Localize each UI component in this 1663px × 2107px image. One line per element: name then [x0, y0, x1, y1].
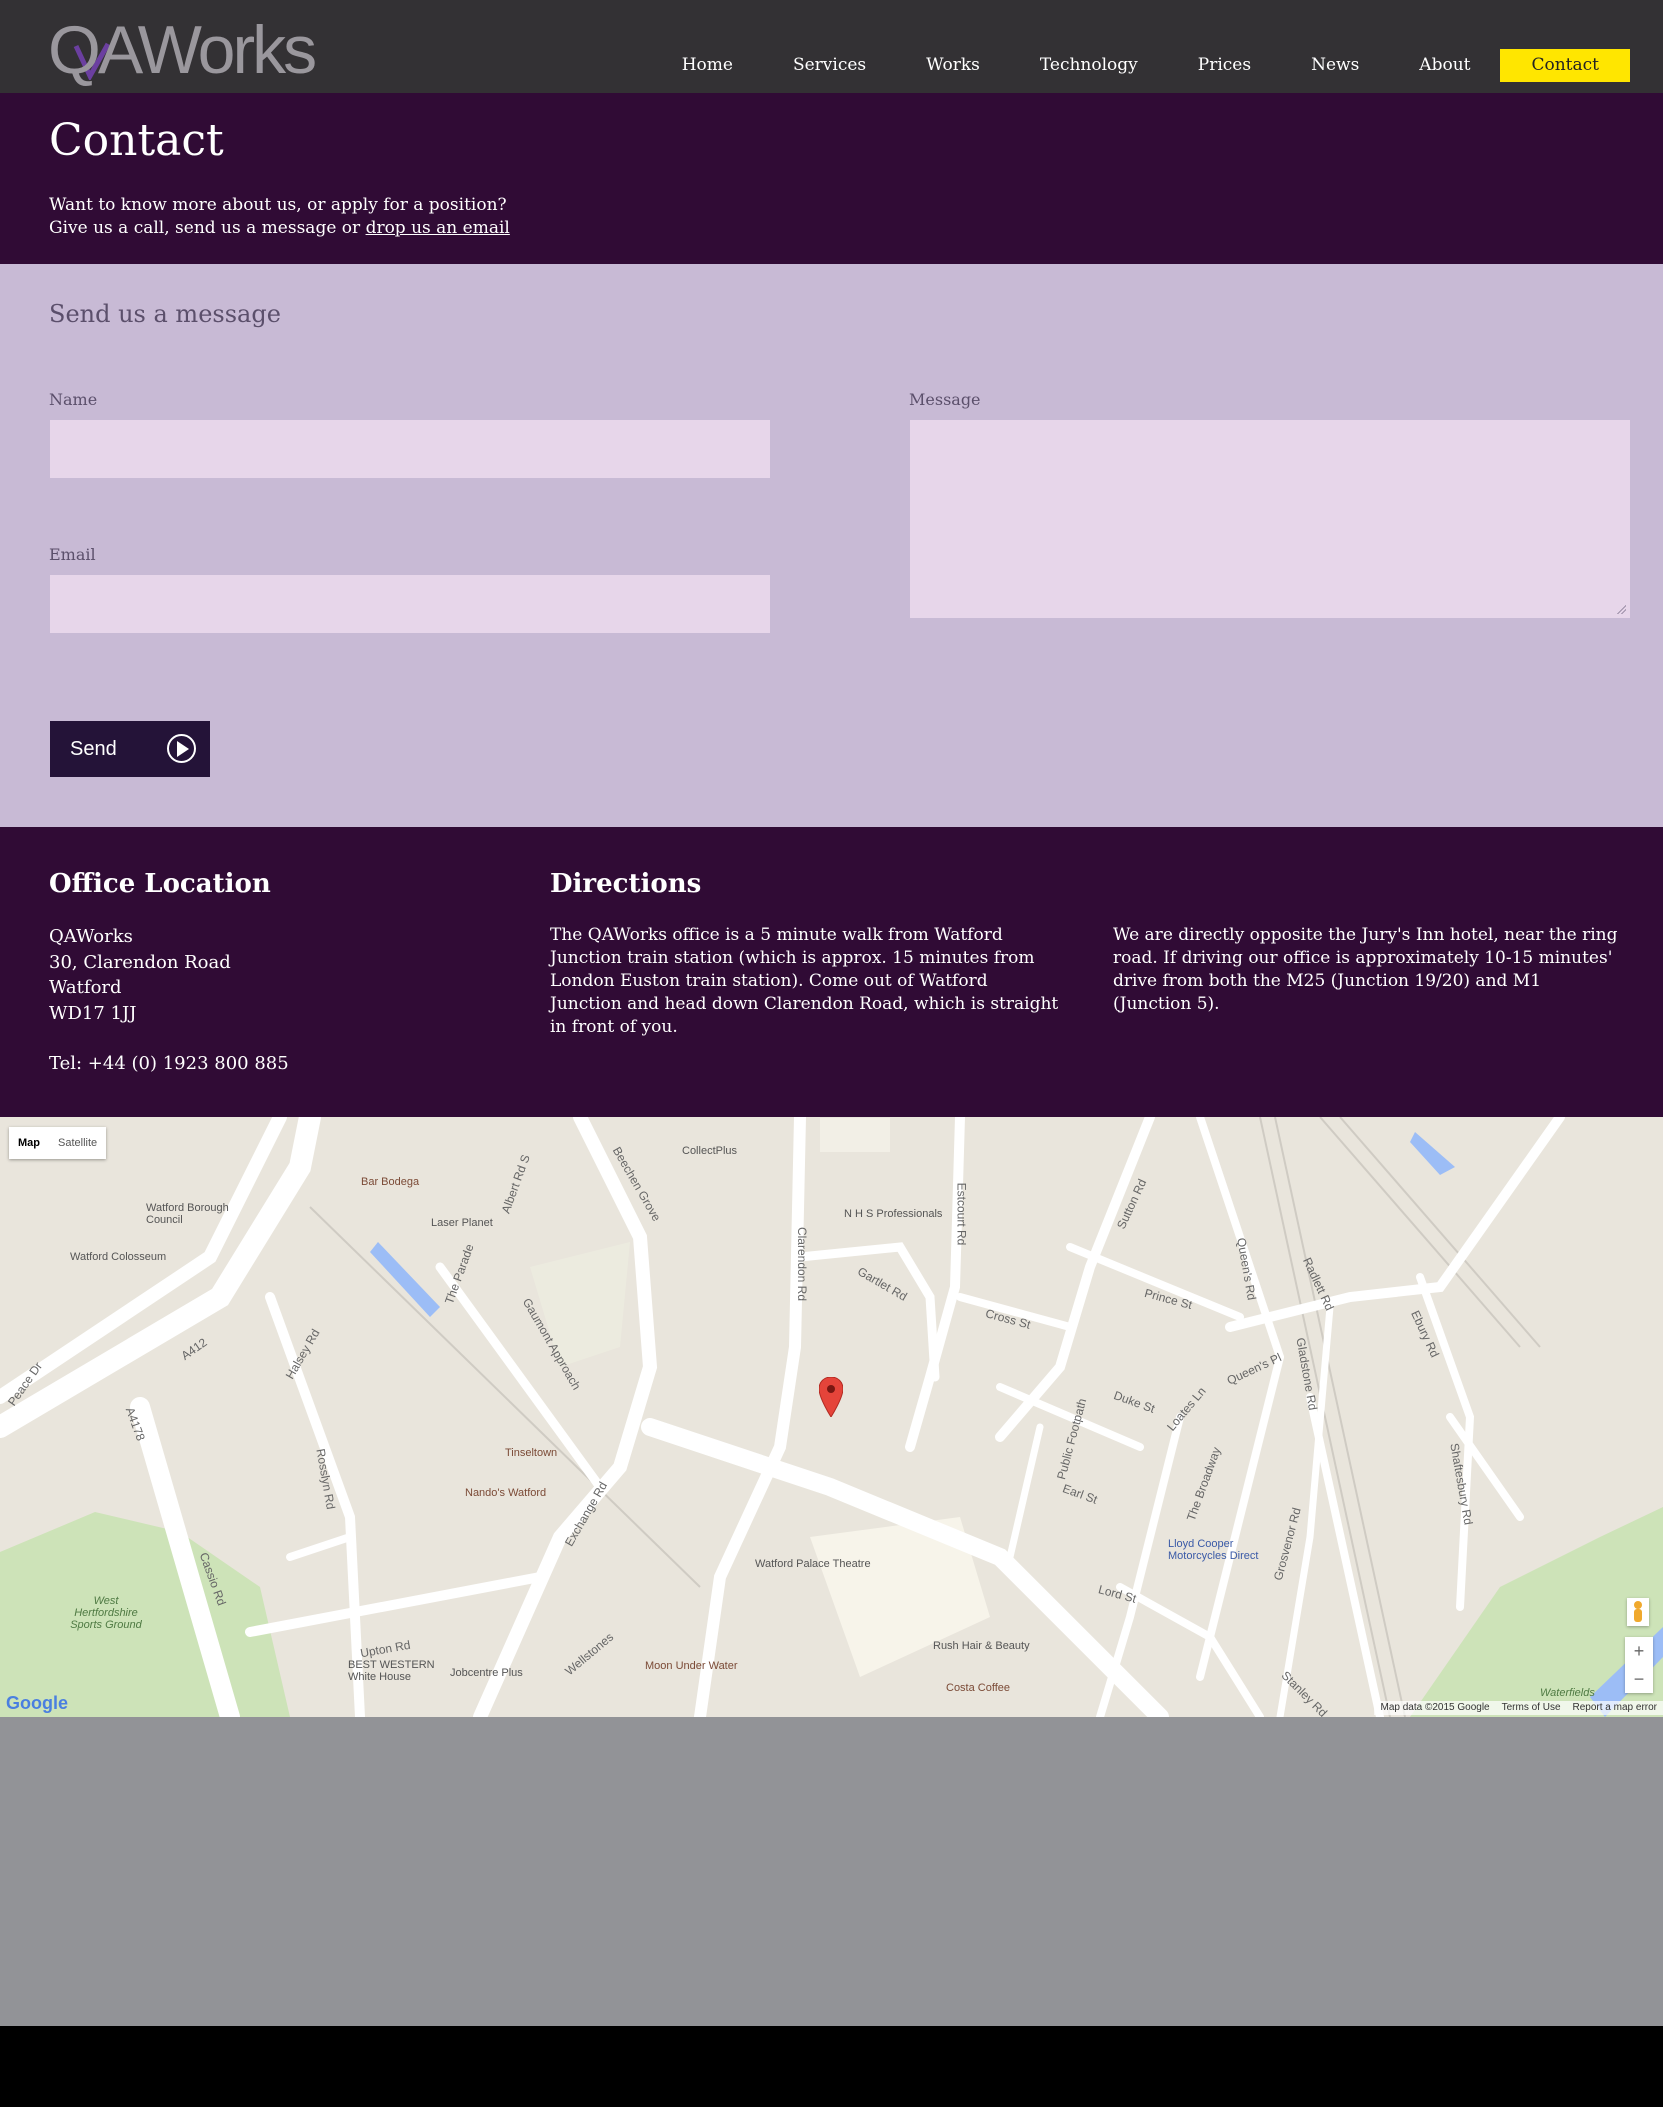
form-heading: Send us a message	[49, 300, 281, 328]
office-heading: Office Location	[49, 869, 271, 899]
email-label: Email	[49, 545, 96, 564]
directions-text-2: We are directly opposite the Jury's Inn …	[1113, 925, 1618, 1014]
zoom-control: + −	[1625, 1637, 1653, 1693]
map-attribution: Map data ©2015 Google Terms of Use Repor…	[1374, 1701, 1663, 1715]
page-bottom	[0, 2026, 1663, 2107]
map-data-credit: Map data ©2015 Google	[1380, 1702, 1490, 1713]
map-poi-label: Nando's Watford	[465, 1487, 547, 1499]
message-label: Message	[909, 390, 981, 409]
address-line: QAWorks	[49, 926, 133, 947]
office-info: Office Location QAWorks 30, Clarendon Ro…	[0, 827, 1663, 1117]
map-poi-label: Lloyd Cooper Motorcycles Direct	[1168, 1538, 1259, 1562]
nav-technology[interactable]: Technology	[1040, 49, 1138, 82]
map-poi-label: BEST WESTERN White House	[348, 1659, 435, 1683]
map-poi-label: Watford Colosseum	[70, 1251, 167, 1263]
map-park-label: West Hertfordshire Sports Ground	[70, 1595, 142, 1631]
map-tiles	[0, 1117, 1663, 1717]
map-poi-label: Tinseltown	[505, 1447, 558, 1459]
address-line: Watford	[49, 977, 122, 998]
nav-news[interactable]: News	[1311, 49, 1359, 82]
zoom-out-icon[interactable]: −	[1625, 1665, 1653, 1693]
logo-text: QAWorks	[48, 12, 317, 88]
nav-about[interactable]: About	[1419, 49, 1470, 82]
nav-services[interactable]: Services	[793, 49, 866, 82]
send-button-label: Send	[70, 737, 117, 760]
contact-intro: Contact Want to know more about us, or a…	[0, 93, 1663, 264]
map-marker-icon[interactable]	[819, 1377, 843, 1417]
map-poi-label: N H S Professionals	[844, 1208, 943, 1220]
map-poi-label: Laser Planet	[431, 1217, 493, 1229]
map-type-map[interactable]: Map	[9, 1127, 49, 1159]
map-poi-label: Moon Under Water	[645, 1660, 738, 1672]
email-link[interactable]: drop us an email	[366, 218, 510, 238]
name-input[interactable]	[50, 420, 770, 478]
play-icon	[167, 734, 196, 763]
directions-text-1: The QAWorks office is a 5 minute walk fr…	[550, 925, 1059, 1037]
google-logo[interactable]: Google	[6, 1693, 68, 1714]
intro-line-2-text: Give us a call, send us a message or	[49, 218, 366, 238]
message-textarea[interactable]	[910, 420, 1630, 618]
zoom-in-icon[interactable]: +	[1625, 1637, 1653, 1665]
address-line: WD17 1JJ	[49, 1002, 137, 1024]
office-address: QAWorks 30, Clarendon Road Watford WD17 …	[49, 924, 231, 1026]
message-form: Send us a message Name Email Message Sen…	[0, 264, 1663, 827]
map-poi-label: CollectPlus	[682, 1145, 738, 1157]
email-input[interactable]	[50, 575, 770, 633]
directions-heading: Directions	[550, 869, 702, 899]
terms-of-use-link[interactable]: Terms of Use	[1496, 1701, 1567, 1715]
map-poi-label: Watford Borough Council	[146, 1202, 229, 1226]
address-line: 30, Clarendon Road	[49, 951, 231, 973]
main-nav: Home Services Works Technology Prices Ne…	[622, 49, 1630, 82]
report-map-error-link[interactable]: Report a map error	[1567, 1701, 1663, 1715]
google-map[interactable]: Map Satellite CollectPlus N H S Professi…	[0, 1117, 1663, 1717]
telephone: Tel: +44 (0) 1923 800 885	[49, 1053, 289, 1074]
footer-grey-area	[0, 1717, 1663, 2026]
site-header: QAWorks Home Services Works Technology P…	[0, 0, 1663, 93]
nav-contact[interactable]: Contact	[1500, 49, 1630, 82]
map-poi-label: Bar Bodega	[361, 1176, 420, 1188]
map-poi-label: Watford Palace Theatre	[755, 1558, 871, 1570]
map-type-control: Map Satellite	[9, 1127, 107, 1159]
name-label: Name	[49, 390, 98, 409]
nav-prices[interactable]: Prices	[1198, 49, 1251, 82]
map-poi-label: Rush Hair & Beauty	[933, 1640, 1030, 1652]
street-view-pegman-icon[interactable]	[1627, 1598, 1649, 1626]
logo[interactable]: QAWorks	[48, 16, 317, 84]
map-poi-label: Jobcentre Plus	[450, 1667, 523, 1679]
map-poi-label: Costa Coffee	[946, 1682, 1011, 1694]
road-label: Clarendon Rd	[795, 1226, 810, 1302]
page-title: Contact	[49, 115, 224, 166]
resize-handle-icon[interactable]	[1616, 604, 1626, 614]
intro-line-1: Want to know more about us, or apply for…	[49, 195, 507, 215]
road-label: Estcourt Rd	[954, 1182, 969, 1246]
map-type-satellite[interactable]: Satellite	[49, 1127, 106, 1159]
intro-line-2: Give us a call, send us a message or dro…	[49, 218, 510, 238]
map-park-label: Waterfields	[1540, 1687, 1595, 1699]
nav-works[interactable]: Works	[926, 49, 980, 82]
nav-home[interactable]: Home	[682, 49, 733, 82]
send-button[interactable]: Send	[50, 721, 210, 777]
